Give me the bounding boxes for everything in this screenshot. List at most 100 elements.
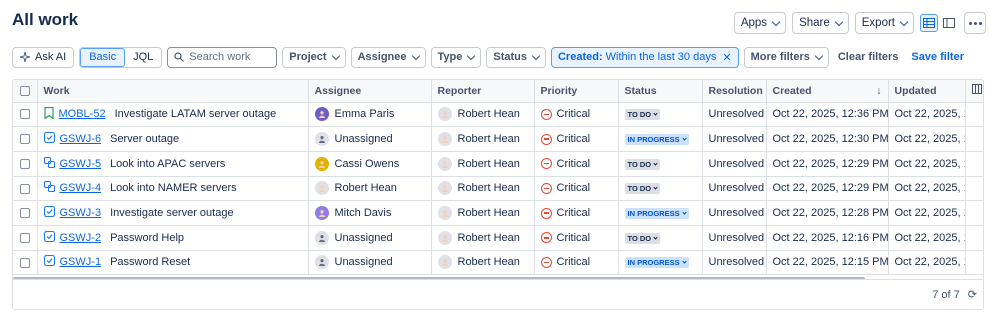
save-filter-button[interactable]: Save filter: [907, 51, 968, 63]
assignee-filter[interactable]: Assignee: [350, 46, 426, 68]
status-filter[interactable]: Status: [486, 46, 546, 68]
type-filter[interactable]: Type: [430, 46, 482, 68]
avatar: [437, 255, 452, 270]
search-input[interactable]: Search work: [167, 46, 278, 68]
priority-label: Critical: [556, 231, 591, 244]
close-icon[interactable]: ✕: [722, 51, 731, 64]
column-header-assignee[interactable]: Assignee: [308, 80, 432, 103]
assignee-cell[interactable]: Emma Paris: [308, 102, 432, 128]
row-checkbox[interactable]: [19, 232, 30, 243]
updated-cell: Oct 22, 2025, 12:16 PM: [888, 250, 966, 276]
refresh-icon[interactable]: ⟳: [968, 288, 977, 301]
search-placeholder: Search work: [189, 51, 251, 63]
priority-label: Critical: [556, 157, 591, 170]
issue-summary[interactable]: Investigate LATAM server outage: [115, 108, 277, 120]
status-lozenge[interactable]: TO DO: [624, 109, 661, 121]
priority-cell[interactable]: Critical: [534, 126, 619, 152]
assignee-cell[interactable]: Unassigned: [308, 126, 432, 152]
chevron-down-icon: [331, 51, 340, 60]
ask-ai-button[interactable]: Ask AI: [12, 46, 75, 68]
assignee-cell[interactable]: Mitch Davis: [308, 200, 432, 226]
table-row[interactable]: GSWJ-3 Investigate server outage Mitch Dav…: [13, 200, 983, 226]
priority-cell[interactable]: Critical: [534, 102, 619, 128]
issue-key-link[interactable]: GSWJ-3: [60, 207, 102, 219]
apps-button[interactable]: Apps: [733, 12, 787, 34]
resolution-cell: Unresolved: [702, 126, 767, 152]
issue-summary[interactable]: Investigate server outage: [110, 207, 234, 219]
detail-view-icon[interactable]: [940, 14, 958, 32]
table-row[interactable]: GSWJ-4 Look into NAMER servers Robert Hean…: [13, 176, 983, 202]
table-row[interactable]: GSWJ-2 Password Help Unassigned Robert Hean…: [13, 225, 983, 251]
more-actions-button[interactable]: [964, 12, 986, 34]
column-header-reporter[interactable]: Reporter: [431, 80, 535, 103]
issue-key-link[interactable]: GSWJ-1: [60, 256, 102, 268]
status-lozenge[interactable]: IN PROGRESS: [624, 134, 689, 146]
more-filters-button[interactable]: More filters: [743, 46, 829, 68]
created-filter-chip[interactable]: Created: Within the last 30 days ✕: [550, 46, 739, 68]
column-header-priority[interactable]: Priority: [534, 80, 619, 103]
issue-key-link[interactable]: MOBL-52: [59, 108, 106, 120]
column-header-work[interactable]: Work: [37, 80, 309, 103]
row-checkbox[interactable]: [19, 257, 30, 268]
assignee-cell[interactable]: Cassi Owens: [308, 151, 432, 177]
row-checkbox[interactable]: [19, 208, 30, 219]
issue-key-link[interactable]: GSWJ-2: [60, 232, 102, 244]
priority-cell[interactable]: Critical: [534, 200, 619, 226]
issue-key-link[interactable]: GSWJ-5: [60, 158, 102, 170]
critical-priority-icon: [540, 207, 552, 219]
column-header-created[interactable]: Created ↓: [766, 80, 889, 103]
list-view-icon[interactable]: [920, 14, 938, 32]
export-button[interactable]: Export: [854, 12, 914, 34]
priority-cell[interactable]: Critical: [534, 250, 619, 276]
status-lozenge[interactable]: TO DO: [624, 183, 661, 195]
row-checkbox[interactable]: [19, 183, 30, 194]
table-row[interactable]: MOBL-52 Investigate LATAM server outage Em…: [13, 102, 983, 128]
avatar: [437, 230, 452, 245]
task-icon: [43, 255, 55, 269]
status-lozenge[interactable]: IN PROGRESS: [624, 208, 689, 220]
status-lozenge[interactable]: TO DO: [624, 158, 661, 170]
assignee-cell[interactable]: Robert Hean: [308, 176, 432, 202]
row-checkbox[interactable]: [19, 109, 30, 120]
status-lozenge[interactable]: IN PROGRESS: [624, 257, 689, 269]
column-header-updated[interactable]: Updated: [888, 80, 966, 103]
columns-icon[interactable]: [971, 84, 982, 95]
issue-summary[interactable]: Password Reset: [110, 256, 190, 268]
table-row[interactable]: GSWJ-1 Password Reset Unassigned Robert Hea…: [13, 250, 983, 276]
issue-summary[interactable]: Password Help: [110, 232, 184, 244]
row-checkbox[interactable]: [19, 158, 30, 169]
clear-filters-button[interactable]: Clear filters: [834, 51, 903, 63]
column-header-status[interactable]: Status: [618, 80, 703, 103]
table-row[interactable]: GSWJ-6 Server outage Unassigned Robert Hean…: [13, 126, 983, 152]
issue-summary[interactable]: Server outage: [110, 133, 179, 145]
trailing-cell: [965, 200, 983, 226]
status-filter-label: Status: [493, 51, 527, 63]
issue-key-link[interactable]: GSWJ-4: [60, 182, 102, 194]
trailing-cell: [965, 151, 983, 177]
issue-summary[interactable]: Look into NAMER servers: [110, 182, 237, 194]
trailing-cell: [965, 176, 983, 202]
priority-cell[interactable]: Critical: [534, 151, 619, 177]
assignee-cell[interactable]: Unassigned: [308, 250, 432, 276]
updated-cell: Oct 22, 2025, 12:43 PM: [888, 200, 966, 226]
mode-jql-button[interactable]: JQL: [125, 48, 161, 67]
issue-key-link[interactable]: GSWJ-6: [60, 133, 102, 145]
table-header-row: Work Assignee Reporter Priority Status R…: [13, 80, 983, 103]
status-lozenge[interactable]: TO DO: [624, 232, 661, 244]
row-checkbox[interactable]: [19, 134, 30, 145]
created-cell: Oct 22, 2025, 12:28 PM: [766, 200, 889, 226]
column-header-resolution[interactable]: Resolution: [702, 80, 767, 103]
share-button[interactable]: Share: [792, 12, 849, 34]
assignee-cell[interactable]: Unassigned: [308, 225, 432, 251]
trailing-cell: [965, 126, 983, 152]
priority-cell[interactable]: Critical: [534, 225, 619, 251]
avatar: [437, 181, 452, 196]
issue-summary[interactable]: Look into APAC servers: [110, 158, 225, 170]
priority-cell[interactable]: Critical: [534, 176, 619, 202]
select-all-checkbox[interactable]: [19, 85, 30, 96]
page-title: All work: [12, 10, 79, 29]
table-row[interactable]: GSWJ-5 Look into APAC servers Cassi Owens R…: [13, 151, 983, 177]
share-label: Share: [799, 17, 830, 29]
project-filter[interactable]: Project: [282, 46, 346, 68]
mode-basic-button[interactable]: Basic: [80, 47, 126, 67]
